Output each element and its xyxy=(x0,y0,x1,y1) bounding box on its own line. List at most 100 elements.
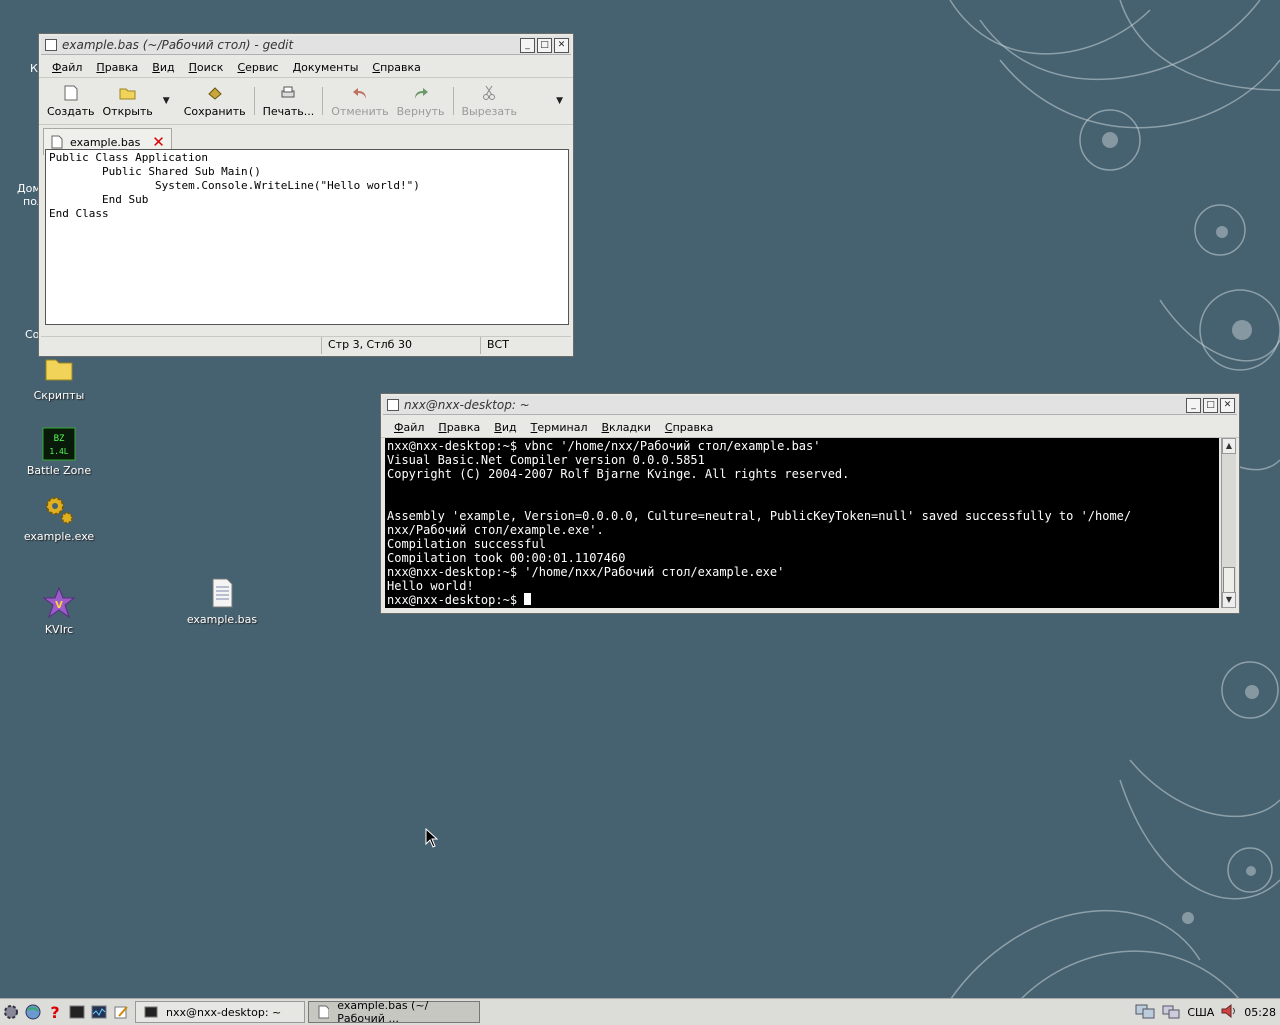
close-button[interactable]: ✕ xyxy=(1220,398,1235,413)
gedit-titlebar[interactable]: example.bas (~/Рабочий стол) - gedit _ □… xyxy=(41,36,571,55)
toolbar-separator xyxy=(253,87,255,115)
insert-mode: ВСТ xyxy=(480,337,515,354)
print-button-label: Печать... xyxy=(262,105,315,118)
menu-tabs[interactable]: Вкладки xyxy=(602,421,651,434)
redo-icon xyxy=(413,84,429,102)
task-label: example.bas (~/Рабочий ... xyxy=(337,999,429,1025)
network-icon[interactable] xyxy=(1135,1003,1155,1022)
folder-icon xyxy=(42,352,76,386)
new-document-icon xyxy=(64,84,78,102)
maximize-button[interactable]: □ xyxy=(1203,398,1218,413)
window-menu-icon[interactable] xyxy=(387,399,399,411)
print-button[interactable]: Печать... xyxy=(259,84,319,118)
kvirc-icon: V xyxy=(42,586,76,620)
desktop-icon-battle-zone[interactable]: BZ 1.4L Battle Zone xyxy=(14,427,104,477)
keyboard-layout[interactable]: США xyxy=(1187,1006,1214,1019)
menu-search[interactable]: Поиск xyxy=(189,61,224,74)
menu-help[interactable]: Справка xyxy=(372,61,420,74)
menu-help[interactable]: Справка xyxy=(665,421,713,434)
terminal-history: nxx@nxx-desktop:~$ vbnc '/home/nxx/Рабоч… xyxy=(387,439,1132,593)
menu-terminal[interactable]: Терминал xyxy=(531,421,588,434)
task-terminal[interactable]: nxx@nxx-desktop: ~ xyxy=(135,1001,305,1023)
main-menu-gear-icon[interactable] xyxy=(2,1003,20,1021)
scroll-down-icon[interactable]: ▼ xyxy=(1222,592,1236,608)
terminal-scrollbar[interactable]: ▲ ▼ xyxy=(1221,438,1236,608)
volume-icon[interactable] xyxy=(1220,1003,1238,1022)
text-file-icon xyxy=(205,576,239,610)
task-gedit[interactable]: example.bas (~/Рабочий ... xyxy=(308,999,480,1025)
redo-button[interactable]: Вернуть xyxy=(393,84,449,118)
toolbar-separator xyxy=(322,87,324,115)
minimize-button[interactable]: _ xyxy=(520,38,535,53)
new-button[interactable]: Создать xyxy=(43,84,99,118)
text-editor-icon xyxy=(318,1005,330,1019)
open-button[interactable]: Открыть xyxy=(99,84,157,118)
terminal-prompt: nxx@nxx-desktop:~$ xyxy=(387,593,525,607)
scissors-icon xyxy=(483,84,496,102)
desktop-icon-label: KVIrc xyxy=(44,623,74,636)
battle-zone-icon: BZ 1.4L xyxy=(42,427,76,461)
minimize-button[interactable]: _ xyxy=(1186,398,1201,413)
tab-label: example.bas xyxy=(70,135,141,149)
scrollbar-thumb[interactable] xyxy=(1223,567,1235,593)
gedit-window[interactable]: example.bas (~/Рабочий стол) - gedit _ □… xyxy=(38,33,574,357)
toolbar-separator xyxy=(452,87,454,115)
undo-button-label: Отменить xyxy=(331,105,389,118)
menu-edit[interactable]: Правка xyxy=(96,61,138,74)
mouse-pointer-icon xyxy=(425,828,439,848)
desktop-icon-label: Battle Zone xyxy=(26,464,92,477)
menu-view[interactable]: Вид xyxy=(494,421,516,434)
terminal-output[interactable]: nxx@nxx-desktop:~$ vbnc '/home/nxx/Рабоч… xyxy=(385,438,1219,608)
printer-icon xyxy=(280,84,296,102)
close-button[interactable]: ✕ xyxy=(554,38,569,53)
gedit-statusbar: Стр 3, Стлб 30 ВСТ xyxy=(41,336,571,354)
desktop-icon-label: Скрипты xyxy=(33,389,85,402)
code-editor[interactable]: Public Class Application Public Shared S… xyxy=(45,149,569,325)
system-monitor-icon[interactable] xyxy=(90,1003,108,1021)
maximize-button[interactable]: □ xyxy=(537,38,552,53)
save-button[interactable]: Сохранить xyxy=(180,84,250,118)
menu-view[interactable]: Вид xyxy=(152,61,174,74)
open-button-label: Открыть xyxy=(102,105,153,118)
save-icon xyxy=(207,84,223,102)
new-button-label: Создать xyxy=(47,105,95,118)
gedit-title: example.bas (~/Рабочий стол) - gedit xyxy=(62,38,294,52)
network-connection-icon[interactable] xyxy=(1161,1003,1181,1022)
window-menu-icon[interactable] xyxy=(45,39,57,51)
browser-globe-icon[interactable] xyxy=(24,1003,42,1021)
undo-button[interactable]: Отменить xyxy=(327,84,392,118)
cursor-position: Стр 3, Стлб 30 xyxy=(321,337,480,354)
terminal-titlebar[interactable]: nxx@nxx-desktop: ~ _ □ ✕ xyxy=(383,396,1237,415)
svg-text:1.4L: 1.4L xyxy=(49,447,68,456)
terminal-menubar: Файл Правка Вид Терминал Вкладки Справка xyxy=(381,417,1239,438)
menu-file[interactable]: Файл xyxy=(394,421,424,434)
scroll-up-icon[interactable]: ▲ xyxy=(1222,438,1236,454)
clock[interactable]: 05:28 xyxy=(1244,1006,1276,1019)
desktop-icon-scripts[interactable]: Скрипты xyxy=(14,352,104,402)
system-tray: США 05:28 xyxy=(1135,1003,1280,1022)
desktop-icon-example-bas[interactable]: example.bas xyxy=(177,576,267,626)
menu-edit[interactable]: Правка xyxy=(438,421,480,434)
terminal-launcher-icon[interactable] xyxy=(68,1003,86,1021)
terminal-window[interactable]: nxx@nxx-desktop: ~ _ □ ✕ Файл Правка Вид… xyxy=(380,393,1240,614)
text-editor-launcher-icon[interactable] xyxy=(112,1003,130,1021)
desktop-icon-example-exe[interactable]: example.exe xyxy=(14,493,104,543)
terminal-icon xyxy=(144,1006,158,1018)
help-icon[interactable]: ? xyxy=(46,1003,64,1022)
text-cursor xyxy=(524,593,532,605)
desktop-icon-kvirc[interactable]: V KVIrc xyxy=(14,586,104,636)
save-button-label: Сохранить xyxy=(183,105,246,118)
gedit-toolbar: Создать Открыть ▼ Сохранить Печать... От… xyxy=(39,78,573,125)
gedit-menubar: Файл Правка Вид Поиск Сервис Документы С… xyxy=(39,57,573,78)
undo-icon xyxy=(352,84,368,102)
toolbar-overflow-icon[interactable]: ▼ xyxy=(556,96,563,106)
svg-text:V: V xyxy=(55,600,63,611)
task-label: nxx@nxx-desktop: ~ xyxy=(166,1005,282,1019)
svg-text:BZ: BZ xyxy=(54,434,65,444)
cut-button[interactable]: Вырезать xyxy=(458,84,521,118)
menu-tools[interactable]: Сервис xyxy=(237,61,278,74)
menu-documents[interactable]: Документы xyxy=(293,61,359,74)
open-recent-dropdown-icon[interactable]: ▼ xyxy=(163,96,170,106)
desktop-icon-label: example.bas xyxy=(186,613,258,626)
menu-file[interactable]: Файл xyxy=(52,61,82,74)
